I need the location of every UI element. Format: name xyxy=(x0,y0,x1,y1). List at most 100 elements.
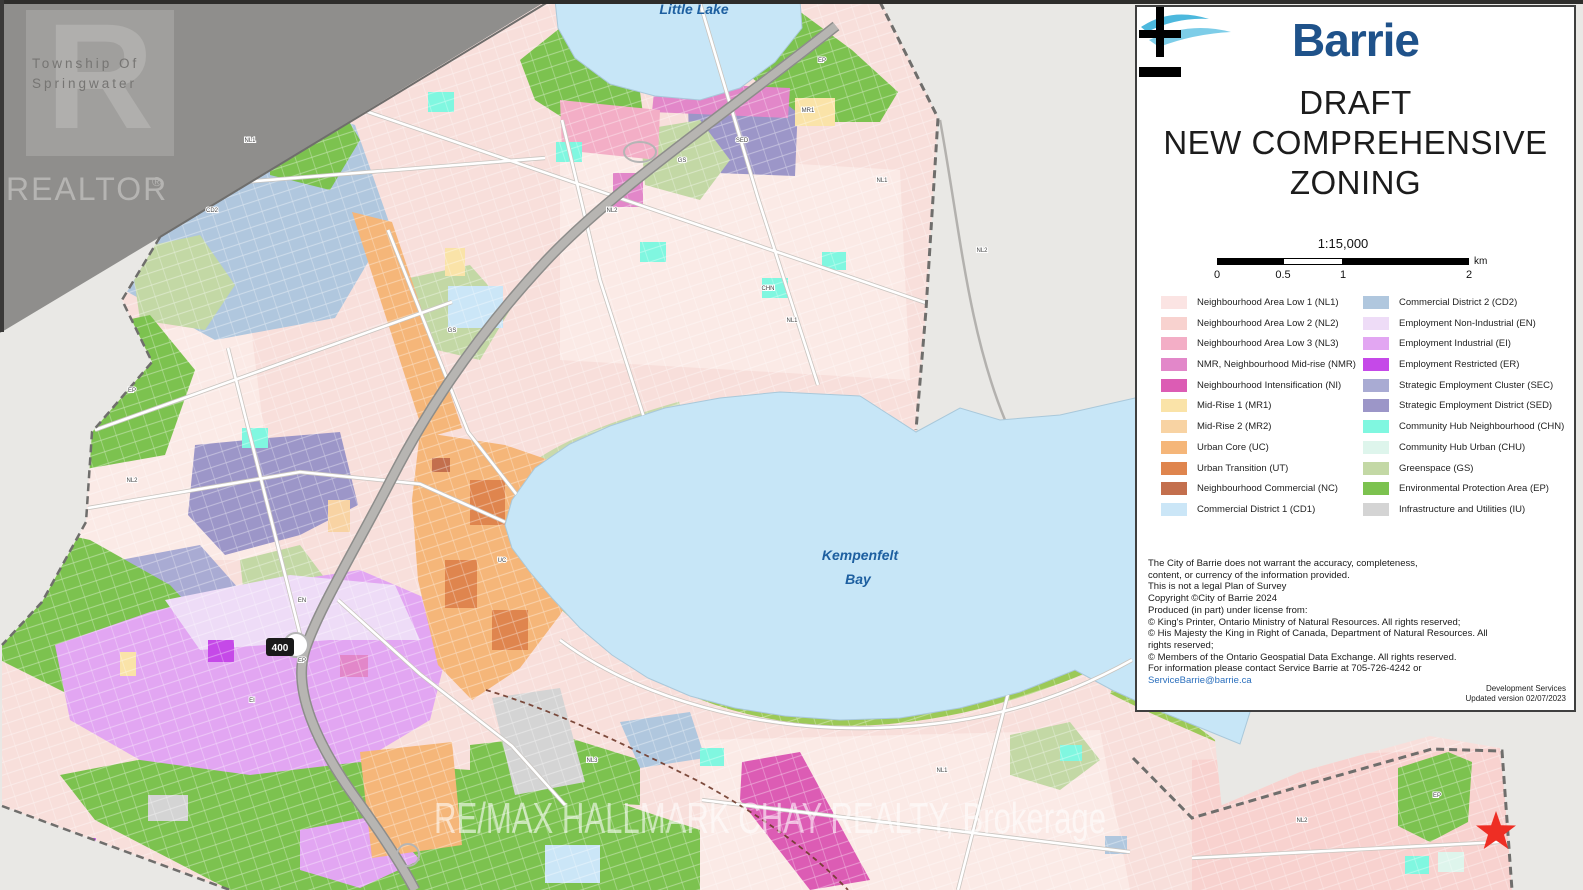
parcel-code-label: EN xyxy=(298,598,306,604)
highway-shield-label: 400 xyxy=(272,643,289,654)
legend-label: Neighbourhood Area Low 1 (NL1) xyxy=(1197,297,1339,308)
legend-label: Mid-Rise 2 (MR2) xyxy=(1197,421,1271,432)
legend-swatch xyxy=(1363,296,1389,309)
disclaimer-line: Produced (in part) under license from: xyxy=(1148,605,1508,617)
disclaimer-line: Copyright ©City of Barrie 2024 xyxy=(1148,593,1508,605)
legend-label: Neighbourhood Area Low 3 (NL3) xyxy=(1197,338,1339,349)
scale-tick: 1 xyxy=(1340,269,1346,281)
scale-tick: 0 xyxy=(1214,269,1220,281)
scale-segment xyxy=(1283,259,1343,264)
legend-swatch xyxy=(1161,420,1187,433)
parcel-code-label: EP xyxy=(128,388,136,394)
township-watermark-line1: Township Of xyxy=(32,56,139,71)
parcel-code-label: SED xyxy=(736,138,749,144)
legend-row-nl3: Neighbourhood Area Low 3 (NL3) xyxy=(1161,337,1361,350)
kempenfelt-bay-label-line2: Bay xyxy=(845,571,872,587)
legend-row-nl1: Neighbourhood Area Low 1 (NL1) xyxy=(1161,296,1361,309)
legend-row-cd1: Commercial District 1 (CD1) xyxy=(1161,503,1361,516)
legend-label: NMR, Neighbourhood Mid-rise (NMR) xyxy=(1197,359,1356,370)
legend-row-nc: Neighbourhood Commercial (NC) xyxy=(1161,482,1361,495)
panel-footer: Development Services Updated version 02/… xyxy=(1465,684,1566,704)
legend-column-right: Commercial District 2 (CD2) Employment No… xyxy=(1363,296,1563,524)
legend-row-cd2: Commercial District 2 (CD2) xyxy=(1363,296,1563,309)
legend-row-ni: Neighbourhood Intensification (NI) xyxy=(1161,379,1361,392)
disclaimer-line: The City of Barrie does not warrant the … xyxy=(1148,558,1508,570)
legend-row-en: Employment Non-Industrial (EN) xyxy=(1363,317,1563,330)
scale-tick: 0.5 xyxy=(1275,269,1290,281)
parcel-code-label: NL2 xyxy=(976,248,988,254)
legend-row-nl2: Neighbourhood Area Low 2 (NL2) xyxy=(1161,317,1361,330)
parcel-code-label: NL2 xyxy=(606,208,618,214)
legend-row-ei: Employment Industrial (EI) xyxy=(1363,337,1563,350)
brokerage-watermark: RE/MAX HALLMARK CHAY REALTY, Brokerage xyxy=(434,794,1106,843)
parcel-code-label: EI xyxy=(249,698,255,704)
legend-label: Commercial District 2 (CD2) xyxy=(1399,297,1517,308)
legend-row-mr1: Mid-Rise 1 (MR1) xyxy=(1161,399,1361,412)
screenshot-top-border xyxy=(0,0,1583,4)
legend-swatch xyxy=(1363,399,1389,412)
legend-label: Community Hub Neighbourhood (CHN) xyxy=(1399,421,1564,432)
legend-label: Neighbourhood Area Low 2 (NL2) xyxy=(1197,318,1339,329)
contact-line: For information please contact Service B… xyxy=(1148,663,1508,686)
parcel-code-label: UC xyxy=(498,558,507,564)
legend-swatch xyxy=(1161,337,1187,350)
legend-swatch xyxy=(1161,462,1187,475)
scale-tick: 2 xyxy=(1466,269,1472,281)
legend-row-gs: Greenspace (GS) xyxy=(1363,462,1563,475)
legend-swatch xyxy=(1161,379,1187,392)
legend-label: Employment Non-Industrial (EN) xyxy=(1399,318,1536,329)
legend-label: Environmental Protection Area (EP) xyxy=(1399,483,1549,494)
parcel-code-label: CHN xyxy=(762,286,775,292)
barrie-logo-text: Barrie xyxy=(1292,14,1419,66)
legend-swatch xyxy=(1363,420,1389,433)
legend-label: Strategic Employment District (SED) xyxy=(1399,400,1552,411)
realtor-watermark: R Township Of Springwater REALTOR ® xyxy=(6,0,174,207)
parcel-code-label: NL1 xyxy=(786,318,798,324)
title-line: ZONING xyxy=(1137,163,1574,203)
legend-swatch xyxy=(1363,379,1389,392)
parcel-code-label: NL1 xyxy=(244,138,256,144)
scale-bar xyxy=(1217,258,1469,265)
legend-column-left: Neighbourhood Area Low 1 (NL1) Neighbourh… xyxy=(1161,296,1361,524)
parcel-code-label: NL2 xyxy=(126,478,138,484)
legend-swatch xyxy=(1161,358,1187,371)
legend-label: Neighbourhood Intensification (NI) xyxy=(1197,380,1341,391)
legend-swatch xyxy=(1363,358,1389,371)
parcel-code-label: MR1 xyxy=(802,108,815,114)
scale-unit: km xyxy=(1474,256,1487,267)
legend-label: Neighbourhood Commercial (NC) xyxy=(1197,483,1338,494)
legend-label: Employment Restricted (ER) xyxy=(1399,359,1519,370)
legend-row-iu: Infrastructure and Utilities (IU) xyxy=(1363,503,1563,516)
service-barrie-email-link[interactable]: ServiceBarrie@barrie.ca xyxy=(1148,675,1252,686)
legend-label: Urban Transition (UT) xyxy=(1197,463,1288,474)
legend-swatch xyxy=(1161,296,1187,309)
legend-swatch xyxy=(1161,503,1187,516)
scale-segment xyxy=(1343,259,1468,264)
scale-segment xyxy=(1218,259,1283,264)
legend-panel: Barrie DRAFTNEW COMPREHENSIVEZONING 1:15… xyxy=(1135,5,1576,712)
parcel-code-label: NL1 xyxy=(936,768,948,774)
legend-swatch xyxy=(1363,337,1389,350)
township-watermark-line2: Springwater xyxy=(32,76,137,91)
legend-row-sed: Strategic Employment District (SED) xyxy=(1363,399,1563,412)
legend-swatch xyxy=(1363,441,1389,454)
contact-prefix: For information please contact Service B… xyxy=(1148,663,1422,674)
title-line: DRAFT xyxy=(1137,83,1574,123)
legend-swatch xyxy=(1161,399,1187,412)
scale-ratio: 1:15,000 xyxy=(1217,236,1469,251)
footer-line-1: Development Services xyxy=(1465,684,1566,694)
legend-label: Community Hub Urban (CHU) xyxy=(1399,442,1525,453)
legend-row-chn: Community Hub Neighbourhood (CHN) xyxy=(1363,420,1563,433)
parcel-code-label: NL1 xyxy=(876,178,888,184)
legend-label: Employment Industrial (EI) xyxy=(1399,338,1511,349)
legend-label: Greenspace (GS) xyxy=(1399,463,1473,474)
legend-label: Mid-Rise 1 (MR1) xyxy=(1197,400,1271,411)
legend-row-chu: Community Hub Urban (CHU) xyxy=(1363,441,1563,454)
legend-label: Commercial District 1 (CD1) xyxy=(1197,504,1315,515)
title-line: NEW COMPREHENSIVE xyxy=(1137,123,1574,163)
parcel-code-label: NL3 xyxy=(586,758,598,764)
disclaimer-line: This is not a legal Plan of Survey xyxy=(1148,581,1508,593)
legend-label: Strategic Employment Cluster (SEC) xyxy=(1399,380,1553,391)
legend-row-ep: Environmental Protection Area (EP) xyxy=(1363,482,1563,495)
disclaimer-line: content, or currency of the information … xyxy=(1148,570,1508,582)
